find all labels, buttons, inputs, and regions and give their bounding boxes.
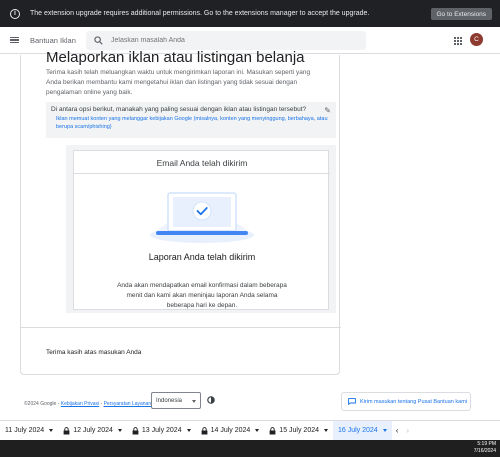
language-select[interactable]: Indonesia [151, 392, 201, 409]
chevron-down-icon [324, 429, 328, 432]
selected-answer: Iklan memuat konten yang melanggar kebij… [56, 116, 328, 130]
feedback-label: Kirim masukan tentang Pusat Bantuan kami [360, 398, 468, 405]
date-tab-bar: 11 July 2024 12 July 2024 13 July 2024 1… [0, 420, 500, 441]
confirmation-panel: Email Anda telah dikirim Laporan Anda te… [66, 145, 336, 313]
lock-icon [63, 426, 70, 434]
search-bar[interactable] [86, 31, 366, 50]
report-card: Melaporkan iklan atau listingan belanja … [20, 49, 341, 375]
privacy-policy-link[interactable]: Kebijakan Privasi [61, 401, 99, 407]
page-title: Melaporkan iklan atau listingan belanja [46, 49, 305, 66]
clock-date: 7/16/2024 [473, 448, 496, 454]
date-tab-16-july[interactable]: 16 July 2024 [333, 420, 392, 441]
report-sent-description: Anda akan mendapatkan email konfirmasi d… [117, 282, 287, 309]
card-divider [21, 327, 341, 328]
chevron-down-icon [49, 429, 54, 432]
date-tab-label: 14 July 2024 [210, 427, 251, 434]
date-tab-label: 12 July 2024 [73, 427, 113, 434]
go-to-extensions-button[interactable]: Go to Extensions [430, 8, 492, 20]
search-icon [94, 36, 103, 45]
feedback-icon [348, 398, 356, 405]
email-sent-heading: Email Anda telah dikirim [156, 158, 248, 168]
date-tab-label: 16 July 2024 [338, 427, 378, 434]
brightness-icon[interactable] [206, 395, 216, 405]
date-tab-15-july[interactable]: 15 July 2024 [264, 421, 333, 441]
lock-icon [201, 426, 207, 434]
system-clock[interactable]: 5:19 PM 7/16/2024 [474, 441, 496, 455]
chevron-left-icon[interactable]: ‹ [392, 426, 403, 435]
language-value: Indonesia [156, 397, 183, 404]
edit-icon[interactable]: ✎ [324, 106, 331, 115]
date-tab-14-july[interactable]: 14 July 2024 [196, 421, 265, 441]
date-tab-label: 13 July 2024 [141, 427, 182, 434]
chevron-right-icon[interactable]: › [402, 426, 413, 435]
extension-banner: i The extension upgrade requires additio… [0, 0, 500, 27]
intro-text: Terima kasih telah meluangkan waktu untu… [46, 69, 311, 96]
search-input[interactable] [111, 37, 311, 44]
date-tab-label: 11 July 2024 [5, 427, 45, 434]
chevron-down-icon [255, 429, 260, 432]
divider [74, 173, 330, 174]
lock-icon [132, 426, 139, 434]
taskbar: 5:19 PM 7/16/2024 [0, 440, 500, 457]
menu-icon[interactable] [10, 36, 19, 44]
app-title[interactable]: Bantuan Iklan [30, 36, 76, 45]
thanks-text: Terima kasih atas masukan Anda [46, 349, 142, 356]
separator: - [100, 401, 103, 407]
avatar[interactable]: C [470, 33, 483, 46]
main-content: Melaporkan iklan atau listingan belanja … [0, 49, 500, 420]
laptop-checkmark-illustration [150, 192, 254, 243]
clock-time: 5:19 PM [477, 441, 496, 447]
banner-message: The extension upgrade requires additiona… [30, 10, 370, 17]
report-sent-heading: Laporan Anda telah dikirim [148, 252, 256, 262]
copyright-text: ©2024 Google - [24, 401, 60, 407]
lock-icon [269, 426, 276, 434]
chevron-down-icon [186, 429, 191, 432]
date-tab-13-july[interactable]: 13 July 2024 [127, 421, 196, 441]
chevron-down-icon [382, 429, 387, 432]
date-tab-12-july[interactable]: 12 July 2024 [58, 421, 127, 441]
footer-links: ©2024 Google - Kebijakan Privasi - Persy… [24, 401, 151, 407]
info-icon: i [10, 8, 20, 19]
send-feedback-button[interactable]: Kirim masukan tentang Pusat Bantuan kami [341, 392, 471, 411]
date-tab-label: 15 July 2024 [279, 427, 319, 434]
chevron-down-icon [117, 429, 122, 432]
page-footer: ©2024 Google - Kebijakan Privasi - Persy… [0, 392, 500, 420]
confirmation-card: Email Anda telah dikirim Laporan Anda te… [73, 150, 330, 310]
question-text: Di antara opsi berikut, manakah yang pal… [51, 106, 307, 113]
chevron-down-icon [192, 400, 196, 403]
terms-of-service-link[interactable]: Persyaratan Layanan [104, 401, 152, 407]
apps-grid-icon[interactable] [454, 37, 462, 45]
question-box: Di antara opsi berikut, manakah yang pal… [46, 102, 336, 138]
date-tab-11-july[interactable]: 11 July 2024 [0, 421, 58, 441]
